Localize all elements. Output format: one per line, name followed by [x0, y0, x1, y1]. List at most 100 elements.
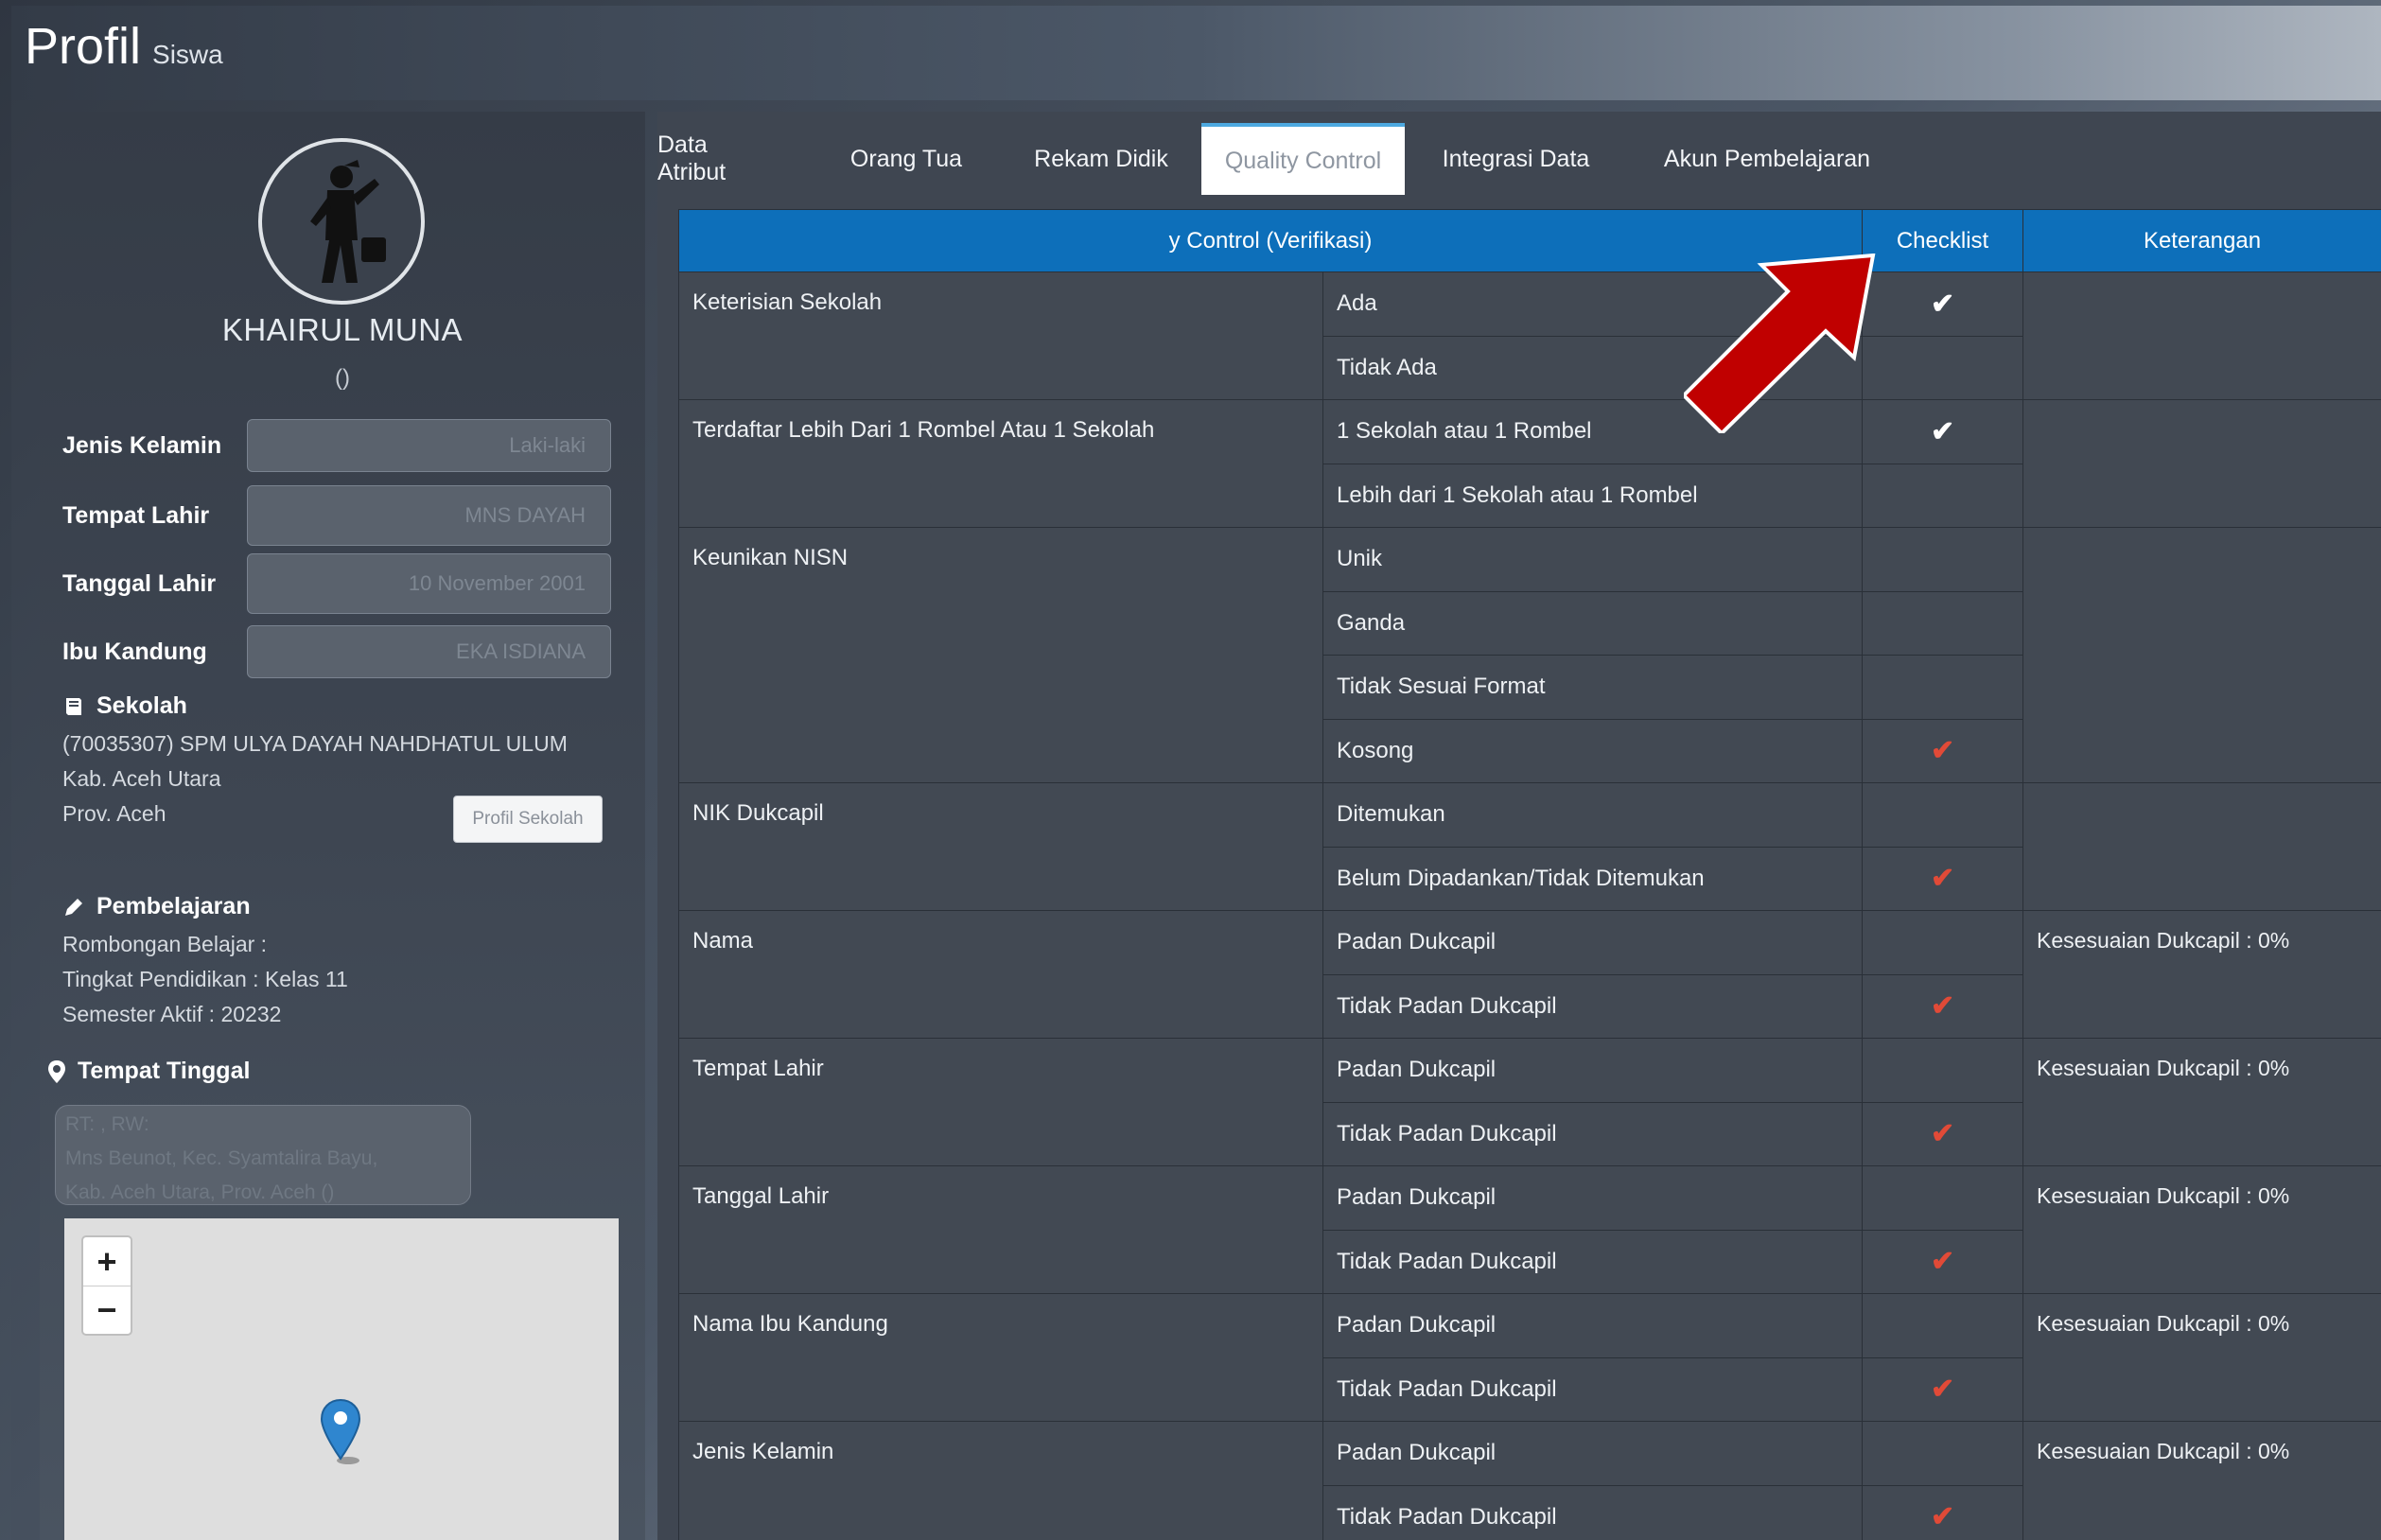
tanggal-lahir-field[interactable]: 10 November 2001: [247, 553, 611, 614]
map-pin-icon[interactable]: [320, 1398, 367, 1466]
address-street: Mns Beunot, Kec. Syamtalira Bayu,: [65, 1147, 378, 1169]
criteria-cell: Ganda: [1322, 590, 1864, 656]
criteria-cell: Tidak Padan Dukcapil: [1322, 973, 1864, 1039]
keterangan-cell: Kesesuaian Dukcapil : 0%: [2022, 1165, 2381, 1294]
red-checkmark-icon: ✔: [1930, 863, 1955, 895]
tab-data-atribut[interactable]: Data Atribut: [657, 123, 769, 195]
tingkat-pendidikan: Tingkat Pendidikan : Kelas 11: [62, 967, 348, 991]
criteria-cell: Kosong: [1322, 718, 1864, 783]
tab-orang-tua[interactable]: Orang Tua: [845, 123, 968, 195]
address-region: Kab. Aceh Utara, Prov. Aceh (): [65, 1181, 335, 1203]
profil-sekolah-button[interactable]: Profil Sekolah: [453, 796, 603, 843]
location-map[interactable]: + −: [64, 1218, 619, 1540]
criteria-cell: Tidak Padan Dukcapil: [1322, 1229, 1864, 1294]
pembelajaran-heading: Pembelajaran: [62, 893, 251, 920]
white-checkmark-icon: ✔: [1930, 288, 1955, 320]
category-cell: Jenis Kelamin: [678, 1421, 1323, 1540]
checklist-cell: [1862, 463, 2024, 528]
ibu-kandung-field[interactable]: EKA ISDIANA: [247, 625, 611, 678]
app-window: Profil Siswa KHAIRUL MUNA () Jenis Kelam…: [11, 6, 2381, 1540]
tempat-tinggal-heading: Tempat Tinggal: [47, 1058, 250, 1085]
checklist-cell: [1862, 1293, 2024, 1358]
page-title: Profil: [25, 18, 142, 75]
category-cell: Nama Ibu Kandung: [678, 1293, 1323, 1422]
red-checkmark-icon: ✔: [1930, 1246, 1955, 1278]
criteria-cell: Padan Dukcapil: [1322, 910, 1864, 975]
category-cell: Tempat Lahir: [678, 1038, 1323, 1166]
info-label: Jenis Kelamin: [62, 431, 222, 459]
red-checkmark-icon: ✔: [1930, 1118, 1955, 1150]
red-arrow-annotation: [1684, 254, 1876, 433]
category-cell: NIK Dukcapil: [678, 782, 1323, 911]
page-subtitle: Siswa: [152, 40, 223, 69]
sekolah-heading: Sekolah: [62, 692, 187, 720]
info-label: Ibu Kandung: [62, 638, 207, 665]
map-zoom-control: + −: [81, 1235, 132, 1336]
checklist-cell: ✔: [1862, 271, 2024, 337]
checklist-cell: [1862, 1165, 2024, 1231]
criteria-cell: Padan Dukcapil: [1322, 1293, 1864, 1358]
tab-akun-pembelajaran[interactable]: Akun Pembelajaran: [1635, 123, 1900, 195]
address-rt-rw: RT: , RW:: [65, 1113, 149, 1135]
checklist-cell: [1862, 1038, 2024, 1103]
checklist-cell: ✔: [1862, 1101, 2024, 1166]
student-name: KHAIRUL MUNA: [221, 312, 464, 347]
sekolah-kabupaten: Kab. Aceh Utara: [62, 766, 221, 791]
criteria-cell: Tidak Padan Dukcapil: [1322, 1484, 1864, 1540]
semester-aktif: Semester Aktif : 20232: [62, 1002, 282, 1026]
avatar: [258, 138, 425, 305]
table-row: Keunikan NISN Unik: [678, 527, 2381, 783]
header-keterangan: Keterangan: [2022, 209, 2381, 272]
keterangan-cell: [2022, 399, 2381, 528]
profile-tabs: Data Atribut Orang Tua Rekam Didik Quali…: [657, 112, 2381, 195]
tempat-tinggal-heading-text: Tempat Tinggal: [78, 1058, 251, 1084]
category-cell: Keunikan NISN: [678, 527, 1323, 783]
keterangan-cell: [2022, 782, 2381, 911]
keterangan-cell: Kesesuaian Dukcapil : 0%: [2022, 1038, 2381, 1166]
zoom-out-button[interactable]: −: [83, 1286, 131, 1334]
red-checkmark-icon: ✔: [1930, 735, 1955, 767]
checklist-cell: ✔: [1862, 1356, 2024, 1422]
info-row-ibu-kandung: Ibu Kandung EKA ISDIANA: [62, 621, 611, 683]
table-row: NIK Dukcapil Ditemukan: [678, 782, 2381, 911]
info-row-tempat-lahir: Tempat Lahir MNS DAYAH: [62, 484, 611, 547]
keterangan-cell: [2022, 527, 2381, 783]
address-box: RT: , RW: Mns Beunot, Kec. Syamtalira Ba…: [55, 1105, 471, 1205]
tempat-lahir-field[interactable]: MNS DAYAH: [247, 485, 611, 546]
info-label: Tanggal Lahir: [62, 569, 217, 597]
criteria-cell: Padan Dukcapil: [1322, 1165, 1864, 1231]
info-row-jenis-kelamin: Jenis Kelamin Laki-laki: [62, 414, 611, 477]
checklist-cell: [1862, 655, 2024, 720]
jenis-kelamin-field[interactable]: Laki-laki: [247, 419, 611, 472]
student-subtext: (): [335, 365, 350, 391]
category-cell: Nama: [678, 910, 1323, 1039]
info-label: Tempat Lahir: [62, 501, 210, 529]
checklist-cell: ✔: [1862, 718, 2024, 783]
white-checkmark-icon: ✔: [1930, 415, 1955, 447]
tab-integrasi-data[interactable]: Integrasi Data: [1428, 123, 1603, 195]
red-checkmark-icon: ✔: [1930, 1501, 1955, 1533]
table-row: Jenis Kelamin Padan Dukcapil Kesesuaian Du…: [678, 1421, 2381, 1540]
checklist-cell: ✔: [1862, 973, 2024, 1039]
keterangan-cell: Kesesuaian Dukcapil : 0%: [2022, 910, 2381, 1039]
red-checkmark-icon: ✔: [1930, 990, 1955, 1023]
pembelajaran-info: Rombongan Belajar : Tingkat Pendidikan :…: [62, 927, 348, 1032]
checklist-cell: [1862, 527, 2024, 592]
keterangan-cell: Kesesuaian Dukcapil : 0%: [2022, 1293, 2381, 1422]
table-row: Terdaftar Lebih Dari 1 Rombel Atau 1 Sek…: [678, 399, 2381, 528]
checklist-cell: ✔: [1862, 846, 2024, 911]
category-cell: Terdaftar Lebih Dari 1 Rombel Atau 1 Sek…: [678, 399, 1323, 528]
main-content: Data Atribut Orang Tua Rekam Didik Quali…: [657, 112, 2381, 1540]
table-row: Nama Ibu Kandung Padan Dukcapil Kesesuaian…: [678, 1293, 2381, 1422]
zoom-in-button[interactable]: +: [83, 1237, 131, 1286]
checklist-cell: [1862, 910, 2024, 975]
criteria-cell: Tidak Padan Dukcapil: [1322, 1356, 1864, 1422]
category-cell: Tanggal Lahir: [678, 1165, 1323, 1294]
sekolah-name: (70035307) SPM ULYA DAYAH NAHDHATUL ULUM: [62, 731, 568, 756]
tab-rekam-didik[interactable]: Rekam Didik: [1029, 123, 1173, 195]
checklist-cell: [1862, 335, 2024, 400]
keterangan-cell: [2022, 271, 2381, 400]
book-icon: [66, 697, 81, 715]
student-avatar-icon: [310, 160, 386, 283]
tab-quality-control[interactable]: Quality Control: [1201, 123, 1405, 195]
